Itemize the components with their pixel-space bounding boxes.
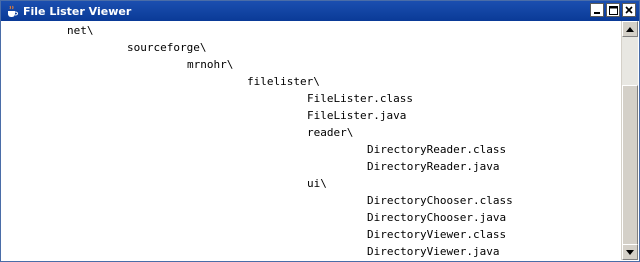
minimize-icon — [594, 12, 600, 14]
app-window: File Lister Viewer net\ sourceforge\ mrno — [0, 0, 640, 262]
tree-line: FileLister.java — [307, 109, 407, 122]
window-controls — [590, 3, 636, 17]
minimize-button[interactable] — [590, 3, 604, 17]
tree-line: DirectoryReader.class — [367, 143, 507, 156]
scroll-down-icon — [626, 249, 634, 255]
tree-line: DirectoryReader.java — [367, 160, 500, 173]
scroll-thumb[interactable] — [622, 85, 638, 255]
scroll-up-button[interactable] — [622, 21, 638, 37]
tree-line: DirectoryChooser.java — [367, 211, 507, 224]
tree-line: filelister\ — [247, 75, 320, 88]
content-area: net\ sourceforge\ mrnohr\ filelister\ FileLi… — [2, 21, 638, 260]
vertical-scrollbar[interactable] — [621, 21, 638, 260]
tree-line: DirectoryViewer.class — [367, 228, 507, 241]
close-button[interactable] — [622, 3, 636, 17]
tree-line: mrnohr\ — [187, 58, 234, 71]
tree-line: net\ — [67, 24, 94, 37]
scroll-down-button[interactable] — [622, 244, 638, 260]
scroll-up-icon — [626, 26, 634, 32]
tree-line: DirectoryChooser.class — [367, 194, 513, 207]
close-icon — [625, 6, 633, 14]
tree-line: ui\ — [307, 177, 327, 190]
maximize-icon — [608, 5, 618, 15]
tree-line: FileLister.class — [307, 92, 413, 105]
tree-line: DirectoryViewer.java — [367, 245, 500, 258]
title-bar[interactable]: File Lister Viewer — [1, 1, 639, 21]
tree-line: reader\ — [307, 126, 354, 139]
tree-line: sourceforge\ — [127, 41, 207, 54]
file-tree: net\ sourceforge\ mrnohr\ filelister\ FileLi… — [2, 21, 621, 260]
window-title: File Lister Viewer — [23, 4, 132, 18]
maximize-button[interactable] — [606, 3, 620, 17]
java-cup-icon — [5, 4, 19, 18]
